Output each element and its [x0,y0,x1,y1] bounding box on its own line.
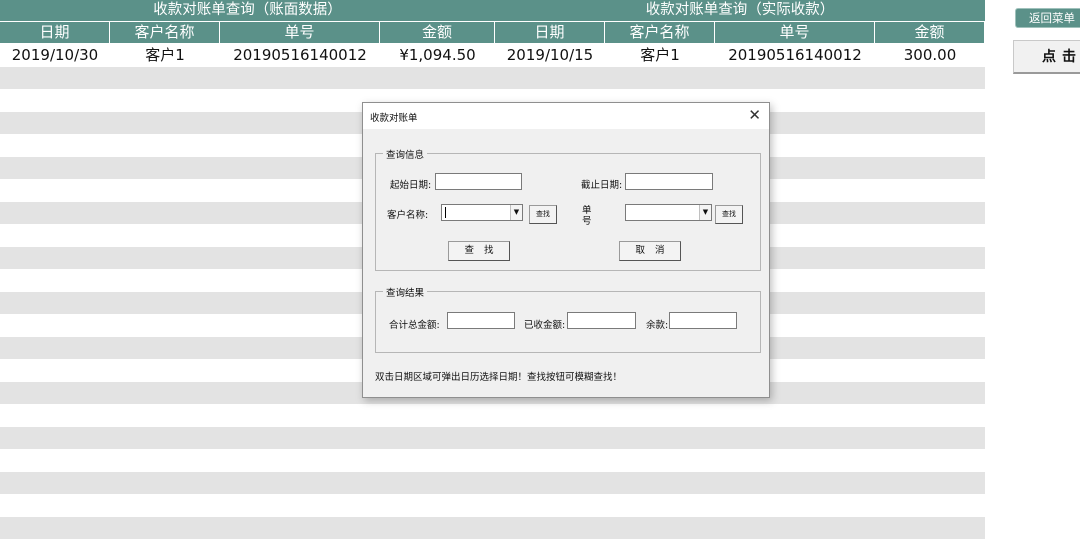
received-amount-field[interactable] [567,312,636,329]
cell-customer[interactable]: 客户1 [605,43,715,67]
start-date-label: 起始日期: [390,180,432,191]
group-header-row: 收款对账单查询（账面数据） 收款对账单查询（实际收款） [0,0,985,21]
cell-date[interactable]: 2019/10/15 [495,43,605,67]
receipt-statement-dialog: 收款对账单 ✕ 查询信息 起始日期: 截止日期: 客户名称: ▼ 查找 单号 ▼… [362,102,770,398]
click-query-button[interactable]: 点击查 [1013,40,1080,74]
column-header-order-no[interactable]: 单号 [220,22,380,43]
column-header-row: 日期 客户名称 单号 金额 日期 客户名称 单号 金额 [0,22,985,43]
cell-order-no[interactable]: 20190516140012 [715,43,875,67]
group-header-book-data: 收款对账单查询（账面数据） [153,2,342,18]
dialog-titlebar[interactable]: 收款对账单 ✕ [363,103,769,129]
row-band [0,472,985,494]
query-info-legend: 查询信息 [383,147,428,161]
column-header-date[interactable]: 日期 [0,22,110,43]
usage-tip: 双击日期区域可弹出日历选择日期！查找按钮可模糊查找！ [375,372,623,383]
order-find-button[interactable]: 查找 [715,205,743,224]
total-amount-label: 合计总金额: [389,320,440,331]
dialog-title: 收款对账单 [370,113,418,124]
balance-field[interactable] [669,312,737,329]
text-caret [445,207,446,218]
column-header-amount[interactable]: 金额 [380,22,495,43]
end-date-field[interactable] [625,173,713,190]
cancel-button[interactable]: 取消 [619,241,681,261]
row-band [0,427,985,449]
customer-name-select[interactable]: ▼ [441,204,523,221]
total-amount-field[interactable] [447,312,515,329]
customer-name-label: 客户名称: [387,210,429,221]
column-header-order-no[interactable]: 单号 [715,22,875,43]
customer-find-button[interactable]: 查找 [529,205,557,224]
table-row: 2019/10/30 客户1 20190516140012 ¥1,094.50 … [0,43,985,67]
start-date-field[interactable] [435,173,522,190]
cell-date[interactable]: 2019/10/30 [0,43,110,67]
back-to-menu-button[interactable]: 返回菜单 [1015,8,1080,28]
cell-order-no[interactable]: 20190516140012 [220,43,380,67]
cell-customer[interactable]: 客户1 [110,43,220,67]
cell-amount[interactable]: 300.00 [875,43,985,67]
column-header-customer[interactable]: 客户名称 [110,22,220,43]
order-no-label: 单号 [582,205,592,225]
row-band [0,67,985,89]
column-header-amount[interactable]: 金额 [875,22,985,43]
balance-label: 余款: [646,320,669,331]
dropdown-arrow-icon[interactable]: ▼ [699,205,711,220]
column-header-date[interactable]: 日期 [495,22,605,43]
query-result-legend: 查询结果 [383,285,428,299]
search-button[interactable]: 查找 [448,241,510,261]
close-icon[interactable]: ✕ [748,107,761,123]
order-no-select[interactable]: ▼ [625,204,712,221]
received-amount-label: 已收金额: [524,320,566,331]
end-date-label: 截止日期: [581,180,623,191]
cell-amount[interactable]: ¥1,094.50 [380,43,495,67]
row-band [0,517,985,539]
column-header-customer[interactable]: 客户名称 [605,22,715,43]
group-header-actual-receipts: 收款对账单查询（实际收款） [645,2,835,18]
dropdown-arrow-icon[interactable]: ▼ [510,205,522,220]
